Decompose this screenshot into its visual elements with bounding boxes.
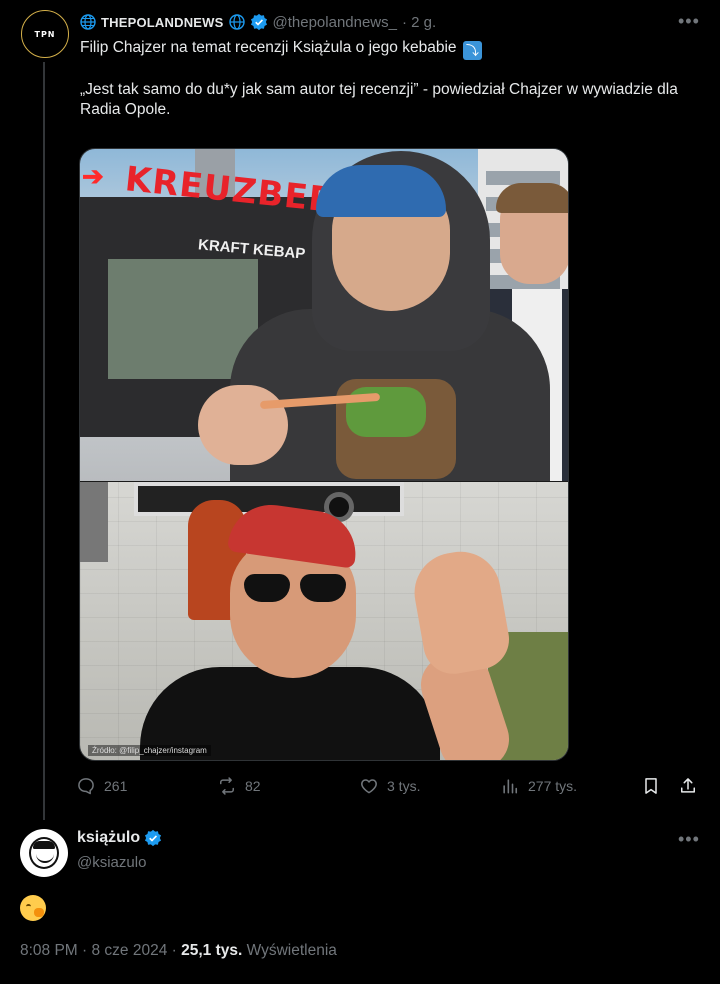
reply-view-count: 25,1 tys. [181, 942, 243, 959]
arrow-down-emoji-icon: ⤵ [462, 41, 482, 60]
author-handle[interactable]: @thepolandnews_ [273, 14, 397, 31]
verified-badge-icon [250, 13, 267, 31]
analytics-icon [503, 779, 518, 794]
share-button[interactable] [678, 776, 698, 796]
globe-icon [228, 14, 245, 30]
image-top-kebab-scene: ➔ KREUZBERG KRAFT KEBAP [80, 149, 568, 482]
repost-button[interactable]: 82 [217, 776, 261, 796]
tweet-line-2: „Jest tak samo do du*y jak sam autor tej… [80, 81, 678, 118]
blue-cap [316, 165, 446, 217]
thread-connector-line [43, 62, 45, 820]
verified-badge-icon [145, 829, 162, 847]
avatar-logo-text: TPN [34, 29, 56, 39]
bookmark-icon [645, 778, 657, 794]
tweet-action-bar: 261 82 3 tys. 277 tys. [76, 776, 704, 800]
share-icon [681, 778, 695, 793]
tweet-line-1: Filip Chajzer na temat recenzji Książula… [80, 39, 457, 56]
ksiazulo-avatar[interactable] [20, 829, 68, 877]
view-count: 277 tys. [528, 778, 578, 794]
views-label: Wyświetlenia [246, 942, 337, 959]
image-source-watermark: Źródło: @filip_chajzer/instagram [88, 745, 211, 756]
heart-icon [361, 779, 377, 794]
tweet-image[interactable]: ➔ KREUZBERG KRAFT KEBAP Źródło: @filip_c… [79, 148, 569, 761]
globe-icon [80, 14, 96, 30]
hand-over-mouth-emoji-icon [20, 895, 46, 921]
thepolandnews-avatar[interactable]: TPN [21, 10, 69, 58]
more-options-icon[interactable]: ••• [678, 12, 699, 36]
tweet-timestamp[interactable]: · 2 g. [402, 14, 436, 31]
avatar-face-drawing [29, 837, 59, 869]
bookmark-button[interactable] [641, 776, 661, 796]
reply-author: książulo [77, 829, 162, 847]
repost-icon [220, 777, 234, 795]
man-in-suit-hair [496, 183, 568, 213]
more-options-icon[interactable]: ••• [678, 830, 699, 854]
reply-author-name[interactable]: książulo [77, 829, 140, 847]
views-button[interactable]: 277 tys. [500, 776, 577, 796]
repost-count: 82 [245, 778, 261, 794]
sunglasses [240, 574, 350, 604]
tweet-body: Filip Chajzer na temat recenzji Książula… [80, 38, 700, 140]
author-name[interactable]: THEPOLANDNEWS [101, 15, 224, 30]
hand [198, 385, 288, 465]
reply-button[interactable]: 261 [76, 776, 127, 796]
reply-count: 261 [104, 778, 128, 794]
tweet-header: THEPOLANDNEWS @thepolandnews_ · 2 g. [80, 12, 436, 32]
red-arrow-icon: ➔ [82, 161, 104, 191]
like-button[interactable]: 3 tys. [359, 776, 420, 796]
image-bottom-selfie: Źródło: @filip_chajzer/instagram [80, 482, 568, 760]
pole [80, 482, 108, 562]
like-count: 3 tys. [387, 778, 421, 794]
reply-author-handle[interactable]: @ksiazulo [77, 854, 146, 871]
reply-timestamp[interactable]: 8:08 PM · 8 cze 2024 · [20, 942, 177, 959]
reply-icon [78, 778, 94, 795]
reply-metadata: 8:08 PM · 8 cze 2024 · 25,1 tys. Wyświet… [20, 942, 337, 960]
